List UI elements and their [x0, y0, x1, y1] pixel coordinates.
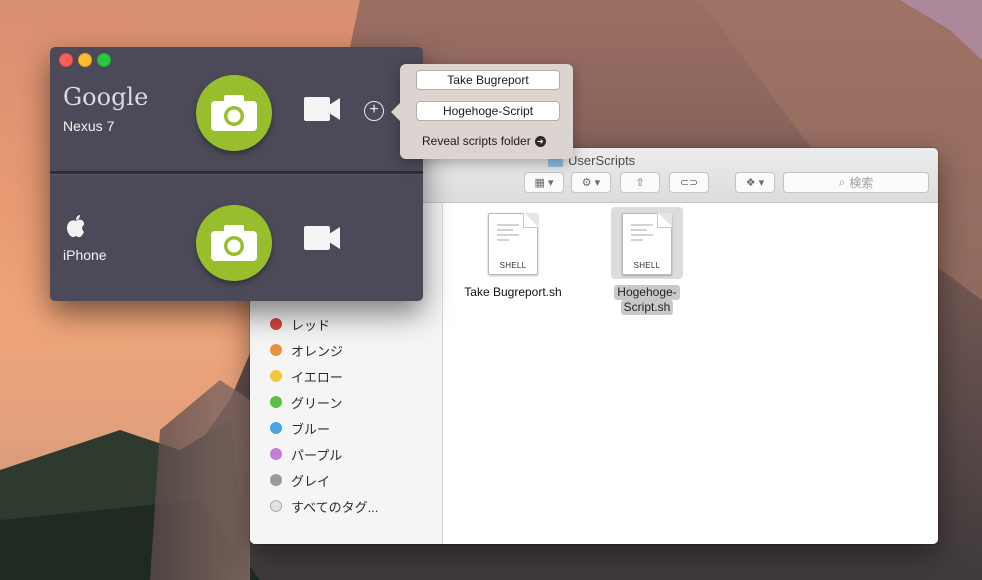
capture-app-window: Google Nexus 7 + iPhone — [50, 47, 423, 301]
popover-arrow — [391, 103, 400, 121]
apple-logo-icon — [67, 215, 85, 238]
video-camera-icon[interactable] — [304, 226, 340, 250]
tag-label: パープル — [291, 447, 343, 463]
tag-item-orange[interactable]: オレンジ — [270, 339, 343, 361]
search-placeholder: 検索 — [849, 176, 874, 190]
file-name-line1: Hogehoge- — [614, 285, 680, 300]
file-name-line2: Script.sh — [620, 300, 674, 315]
file-type-label: SHELL — [499, 261, 527, 270]
screenshot-button[interactable] — [196, 75, 272, 151]
tag-item-purple[interactable]: パープル — [270, 443, 342, 465]
dropbox-button[interactable]: ❖ ▾ — [735, 172, 775, 193]
file-name: Take Bugreport.sh — [464, 285, 562, 299]
file-item-selected[interactable]: SHELL Hogehoge- Script.sh — [587, 213, 707, 315]
device-brand: Google — [63, 83, 149, 111]
tag-item-red[interactable]: レッド — [270, 313, 330, 335]
finder-file-area: SHELL Take Bugreport.sh SHELL Hogehoge- … — [443, 203, 938, 544]
video-camera-icon[interactable] — [304, 97, 340, 121]
tag-label: ブルー — [291, 421, 331, 437]
arrow-right-circle-icon: ➜ — [534, 135, 546, 147]
screenshot-button[interactable] — [196, 205, 272, 281]
tag-label: レッド — [291, 317, 331, 333]
tag-button[interactable]: ⊂⊃ — [669, 172, 709, 193]
shell-script-icon: SHELL — [622, 213, 672, 275]
gray-dot-icon — [270, 474, 282, 486]
script-button-take-bugreport[interactable]: Take Bugreport — [416, 70, 560, 90]
script-button-hogehoge[interactable]: Hogehoge-Script — [416, 101, 560, 121]
device-model: Nexus 7 — [63, 118, 115, 134]
arrange-grid-icon: ▦ ▾ — [534, 177, 554, 189]
camera-icon — [211, 225, 257, 261]
file-type-label: SHELL — [633, 261, 661, 270]
tag-item-gray[interactable]: グレイ — [270, 469, 330, 491]
finder-title-label: UserScripts — [568, 152, 636, 168]
device-row-nexus: Google Nexus 7 + — [50, 47, 423, 171]
blue-dot-icon — [270, 422, 282, 434]
tag-icon: ⊂⊃ — [679, 177, 699, 189]
add-script-button[interactable]: + — [364, 101, 384, 121]
camera-icon — [211, 95, 257, 131]
share-button[interactable]: ⇧ — [620, 172, 660, 193]
action-button[interactable]: ⚙ ▾ — [571, 172, 611, 193]
scripts-popover: Take Bugreport Hogehoge-Script Reveal sc… — [391, 64, 573, 159]
file-name: Hogehoge- Script.sh — [587, 285, 707, 315]
device-model: iPhone — [63, 247, 107, 263]
tag-label: イエロー — [291, 369, 343, 385]
tag-label: すべてのタグ... — [291, 499, 379, 515]
dropbox-icon: ❖ ▾ — [745, 177, 765, 189]
green-dot-icon — [270, 396, 282, 408]
share-icon: ⇧ — [635, 177, 645, 189]
search-icon: ⌕ — [838, 175, 846, 189]
tag-item-yellow[interactable]: イエロー — [270, 365, 343, 387]
tag-item-all[interactable]: すべてのタグ... — [270, 495, 378, 517]
tag-label: グレイ — [291, 473, 331, 489]
tag-item-green[interactable]: グリーン — [270, 391, 342, 413]
all-tags-dot-icon — [270, 500, 282, 512]
device-row-iphone: iPhone — [50, 174, 423, 301]
purple-dot-icon — [270, 448, 282, 460]
file-item[interactable]: SHELL Take Bugreport.sh — [453, 213, 573, 300]
arrange-button[interactable]: ▦ ▾ — [524, 172, 564, 193]
search-field[interactable]: ⌕ 検索 — [783, 172, 929, 193]
tag-item-blue[interactable]: ブルー — [270, 417, 330, 439]
shell-script-icon: SHELL — [488, 213, 538, 275]
orange-dot-icon — [270, 344, 282, 356]
gear-icon: ⚙ ▾ — [581, 177, 601, 189]
red-dot-icon — [270, 318, 282, 330]
tag-label: オレンジ — [291, 343, 344, 359]
tag-label: グリーン — [291, 395, 343, 411]
reveal-scripts-folder-link[interactable]: Reveal scripts folder ➜ — [422, 134, 546, 148]
reveal-label: Reveal scripts folder — [422, 134, 531, 148]
yellow-dot-icon — [270, 370, 282, 382]
